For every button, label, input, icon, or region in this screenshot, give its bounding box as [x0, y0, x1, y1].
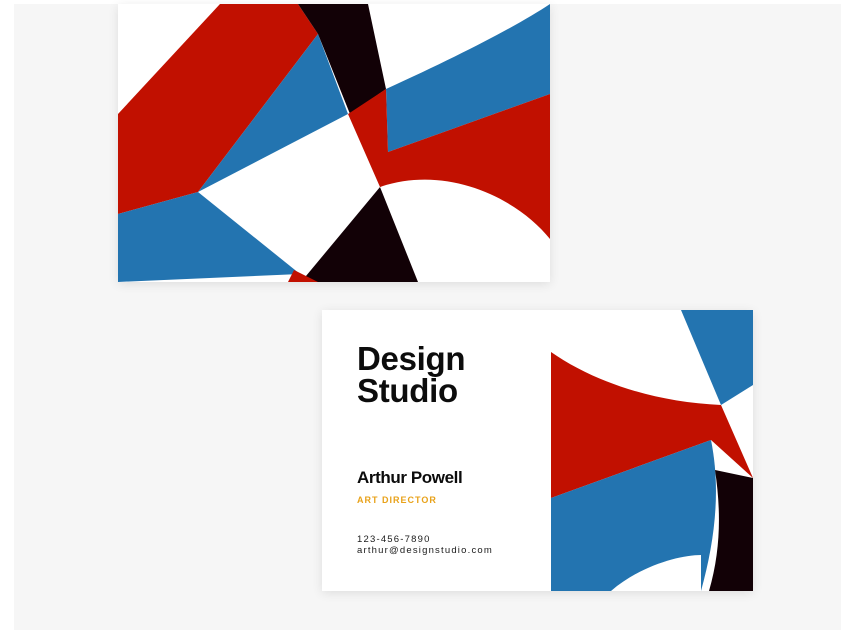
business-card-front: Design Studio Arthur Powell ART DIRECTOR… — [322, 310, 753, 591]
card-front-pattern — [551, 310, 753, 591]
job-title: ART DIRECTOR — [357, 495, 437, 505]
card-front-text-area: Design Studio Arthur Powell ART DIRECTOR… — [322, 310, 551, 591]
person-name: Arthur Powell — [357, 468, 463, 487]
contact-info: 123-456-7890 arthur@designstudio.com — [357, 534, 493, 556]
email-address: arthur@designstudio.com — [357, 545, 493, 556]
business-card-back — [118, 4, 550, 282]
company-name-line-2: Studio — [357, 372, 458, 409]
phone-number: 123-456-7890 — [357, 534, 431, 545]
company-name: Design Studio — [357, 340, 466, 409]
company-name-line-1: Design — [357, 340, 466, 377]
card-back-pattern — [118, 4, 550, 282]
